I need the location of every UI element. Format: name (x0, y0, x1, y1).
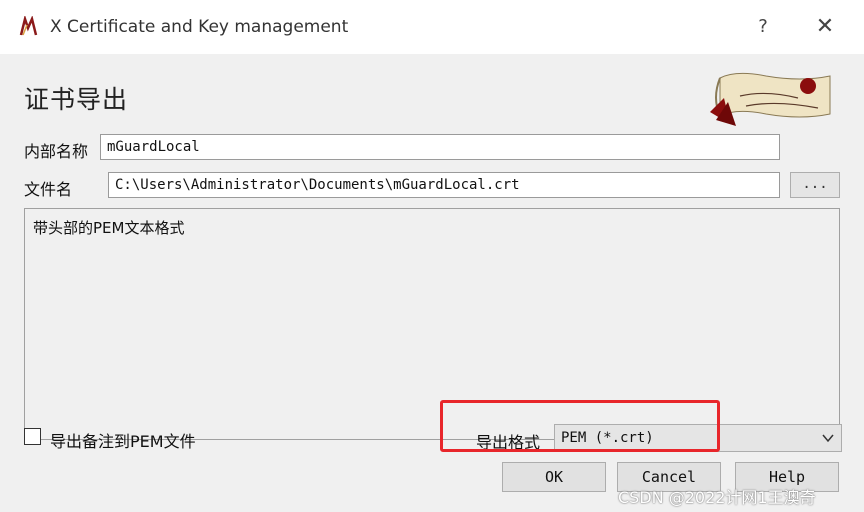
xca-scroll-logo (710, 72, 831, 126)
format-description-box: 带头部的PEM文本格式 (24, 208, 840, 440)
browse-button[interactable]: ... (790, 172, 840, 198)
dialog-body: 证书导出 内部名称 mGuardLocal 文件名 C:\Users\Admin… (0, 54, 864, 512)
filename-label: 文件名 (24, 180, 73, 199)
format-description: 带头部的PEM文本格式 (33, 219, 185, 237)
page-title: 证书导出 (24, 85, 129, 114)
internal-name-input[interactable]: mGuardLocal (100, 134, 780, 160)
export-format-label: 导出格式 (476, 433, 541, 452)
watermark-text: CSDN @2022计网1王澳奇 (618, 488, 816, 507)
export-comment-label: 导出备注到PEM文件 (50, 432, 196, 451)
close-icon[interactable]: ✕ (812, 14, 838, 40)
internal-name-label: 内部名称 (24, 142, 89, 161)
title-bar: X Certificate and Key management ? ✕ (0, 0, 864, 54)
help-icon[interactable]: ? (752, 16, 774, 40)
chevron-down-icon (822, 434, 834, 443)
export-format-select[interactable]: PEM (*.crt) (554, 424, 842, 452)
window-title: X Certificate and Key management (50, 17, 349, 37)
xca-app-icon (19, 16, 38, 36)
ok-button[interactable]: OK (502, 462, 606, 492)
export-format-value: PEM (*.crt) (561, 430, 654, 446)
export-comment-checkbox[interactable] (24, 428, 41, 445)
filename-input[interactable]: C:\Users\Administrator\Documents\mGuardL… (108, 172, 780, 198)
